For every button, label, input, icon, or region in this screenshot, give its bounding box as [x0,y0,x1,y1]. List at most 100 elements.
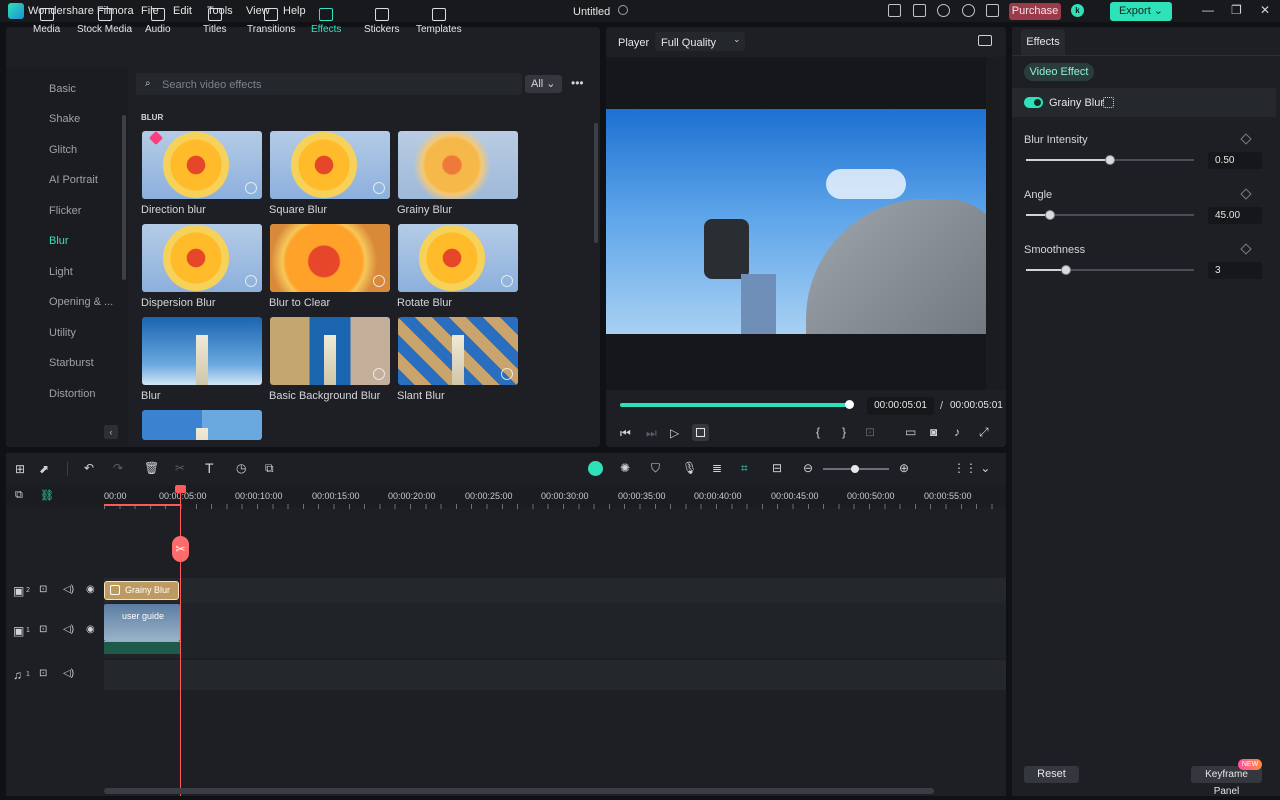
apps-grid-icon[interactable] [986,4,999,17]
effect-thumb-partial[interactable] [142,410,262,440]
avatar[interactable]: k [1071,4,1084,17]
tool-stickers[interactable]: Stickers [364,5,400,35]
tool-templates[interactable]: Templates [416,5,462,35]
lock-icon[interactable]: ⊡ [39,668,47,679]
tool-media[interactable]: Media [33,5,60,35]
insert-icon[interactable]: ⊡ [865,425,875,439]
smoothness-slider[interactable] [1026,265,1194,275]
speaker-icon[interactable]: ◁) [63,584,74,595]
effect-thumb-square-blur[interactable] [270,131,390,199]
maximize-icon[interactable]: ❐ [1231,3,1242,17]
video-clip[interactable]: user guide [104,604,180,641]
grid-layout-icon[interactable]: ⊞ [15,462,25,476]
mark-in-icon[interactable]: { [816,425,820,439]
tool-effects[interactable]: Effects [311,5,341,35]
angle-value[interactable]: 45.00 [1208,207,1262,224]
tool-transitions[interactable]: Transitions [247,5,296,35]
stop-button[interactable] [692,424,709,441]
download-icon[interactable] [373,368,385,380]
speaker-icon[interactable]: ◁) [63,624,74,635]
save-icon[interactable] [913,4,926,17]
snapshot-view-icon[interactable] [978,35,992,46]
blur-intensity-value[interactable]: 0.50 [1208,152,1262,169]
eye-icon[interactable]: ◉ [86,624,95,635]
next-frame-icon[interactable]: ⏭ [646,426,657,441]
effect-settings-icon[interactable] [1103,97,1114,108]
effect-thumb-direction-blur[interactable] [142,131,262,199]
category-opening[interactable]: Opening & ... [49,296,113,308]
category-ai-portrait[interactable]: AI Portrait [49,174,98,186]
tool-stock-media[interactable]: Stock Media [77,5,132,35]
replace-icon[interactable]: ⊟ [772,461,782,475]
angle-slider[interactable] [1026,210,1194,220]
close-icon[interactable]: ✕ [1260,3,1270,17]
video-effect-chip[interactable]: Video Effect [1024,63,1094,81]
category-blur[interactable]: Blur [49,235,69,247]
ai-toggle-icon[interactable] [588,461,603,476]
volume-icon[interactable]: ♪ [954,425,960,439]
download-icon[interactable] [501,368,513,380]
download-icon[interactable] [373,182,385,194]
play-icon[interactable]: ▷ [670,426,679,440]
split-scissors-icon[interactable]: ✂ [172,536,189,562]
display-icon[interactable]: ▭ [905,425,916,439]
zoom-out-icon[interactable]: ⊖ [803,461,813,475]
category-flicker[interactable]: Flicker [49,205,81,217]
smoothness-value[interactable]: 3 [1208,262,1262,279]
playback-progress[interactable] [620,403,849,407]
effect-thumb-dispersion-blur[interactable] [142,224,262,292]
download-icon[interactable] [501,275,513,287]
purchase-button[interactable]: Purchase [1009,3,1061,20]
cut-icon[interactable]: ✂ [175,461,185,475]
redo-icon[interactable]: ↷ [113,461,123,475]
effect-thumb-blur[interactable] [142,317,262,385]
filter-dropdown[interactable]: All ⌄ [525,75,562,93]
zoom-in-icon[interactable]: ⊕ [899,461,909,475]
category-starburst[interactable]: Starburst [49,357,94,369]
effect-thumb-grainy-blur[interactable] [398,131,518,199]
download-icon[interactable] [373,275,385,287]
effect-thumb-rotate-blur[interactable] [398,224,518,292]
tool-titles[interactable]: Titles [203,5,227,35]
lock-icon[interactable]: ⊡ [39,584,47,595]
effect-thumb-basic-background-blur[interactable] [270,317,390,385]
category-scrollbar[interactable] [122,115,126,280]
previous-frame-icon[interactable]: ⏮ [620,426,631,441]
fullscreen-icon[interactable]: ⤢ [979,425,989,440]
delete-icon[interactable]: 🗑 [144,461,159,475]
category-light[interactable]: Light [49,266,73,278]
effect-thumb-blur-to-clear[interactable] [270,224,390,292]
audio-list-icon[interactable]: ≣ [712,461,722,475]
slider-knob[interactable] [1044,210,1055,220]
progress-knob[interactable] [845,400,854,409]
lock-icon[interactable]: ⊡ [39,624,47,635]
select-pointer-icon[interactable]: ⬈ [39,462,49,476]
slider-knob[interactable] [1105,155,1115,165]
camera-icon[interactable]: ◙ [930,425,937,439]
download-icon[interactable] [245,275,257,287]
reset-button[interactable]: Reset [1024,766,1079,783]
effects-scrollbar[interactable] [594,123,598,243]
category-shake[interactable]: Shake [49,113,80,125]
blur-intensity-slider[interactable] [1026,155,1194,165]
link-icon[interactable]: ⛓ [40,489,54,502]
snap-icon[interactable]: ⌗ [741,461,748,476]
cloud-icon[interactable] [937,4,950,17]
timeline-scrollbar[interactable] [104,788,934,794]
category-utility[interactable]: Utility [49,327,76,339]
zoom-knob[interactable] [851,465,859,473]
eye-icon[interactable]: ◉ [86,584,95,595]
shield-icon[interactable]: ⛉ [651,461,660,476]
add-track-icon[interactable]: ⧉ [15,489,23,502]
tab-effects[interactable]: Effects [1021,29,1065,55]
more-options-icon[interactable]: ••• [571,76,584,90]
minimize-icon[interactable]: — [1202,3,1214,17]
render-icon[interactable]: ✺ [620,461,630,475]
timer-icon[interactable]: ◷ [236,461,246,475]
category-glitch[interactable]: Glitch [49,144,77,156]
effect-toggle[interactable] [1024,97,1043,108]
playhead[interactable] [180,485,181,796]
layout-icon[interactable] [888,4,901,17]
collapse-sidebar-icon[interactable]: ‹ [104,425,118,439]
tool-audio[interactable]: Audio [145,5,171,35]
